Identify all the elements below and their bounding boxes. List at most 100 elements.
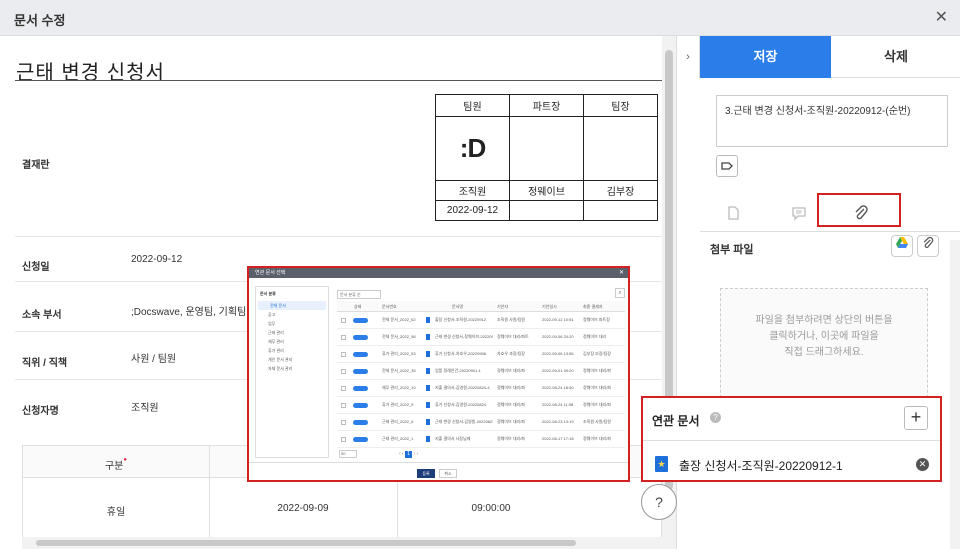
tree-item[interactable]: 공고 <box>256 310 328 319</box>
row-cell: 정웨이브 대리/파트 <box>497 334 529 339</box>
document-name-field[interactable]: 3.근태 변경 신청서-조직원-20220912-(순번) <box>716 95 948 147</box>
tab-comment-icon[interactable] <box>790 204 808 226</box>
related-document-picker: 연관 문서 선택 ✕ 문서 분류 전체 문서 공고 업무 근태 관리 재무 관리… <box>247 266 630 482</box>
panel-scrollbar[interactable] <box>950 240 960 549</box>
row-checkbox[interactable] <box>341 420 346 425</box>
table-row[interactable]: 진행중 전체 문서_2022_35 업품 정례안건-20220901-1 정웨이브 대… <box>337 364 625 380</box>
help-icon[interactable]: ? <box>710 412 721 423</box>
document-icon <box>426 402 430 408</box>
table-row[interactable]: 진행중 재무 관리_2022_10 지출 결의서-김영원-20220824-4 정웨이… <box>337 381 625 397</box>
column-header: 문서번호 <box>382 304 397 309</box>
row-cell: 업품 정례안건-20220901-1 <box>435 368 481 373</box>
row-cell: 2022-09-12 10:51 <box>542 317 574 322</box>
cancel-button[interactable]: 취소 <box>439 469 457 478</box>
page-size-select[interactable]: 50 <box>339 450 357 458</box>
table-row[interactable]: 진행중 휴가 관리_2022_53 휴가 신청서-차호우-20220906 차호우 과… <box>337 347 625 363</box>
scroll-thumb[interactable] <box>36 540 576 546</box>
required-mark: ● <box>123 457 128 463</box>
field-label-position: 직위 / 직책 <box>22 358 68 369</box>
grid-col-line <box>209 446 210 546</box>
close-icon[interactable]: ✕ <box>935 7 948 27</box>
tree-item[interactable]: 업무 <box>256 319 328 328</box>
row-cell: 휴가 관리_2022_53 <box>382 351 416 356</box>
tree-item[interactable]: 재무 관리 <box>256 337 328 346</box>
row-checkbox[interactable] <box>341 403 346 408</box>
save-button[interactable]: 저장 <box>700 36 831 78</box>
tree-item[interactable]: 휴가 관리 <box>256 346 328 355</box>
row-cell: 지출 결의서-김영원-20220824-4 <box>435 385 490 390</box>
field-value-date: 2022-09-12 <box>131 254 183 265</box>
document-star-icon: ★ <box>655 456 668 472</box>
drop-hint-line: 직접 드래그하세요. <box>784 347 864 358</box>
row-checkbox[interactable] <box>341 318 346 323</box>
row-checkbox[interactable] <box>341 369 346 374</box>
collapse-panel-button[interactable]: › <box>677 36 700 78</box>
field-value-dept: ;Docswave, 운영팀, 기획팀 <box>131 307 247 318</box>
tag-button[interactable] <box>716 155 738 177</box>
status-badge: 진행중 <box>353 352 368 357</box>
row-cell: 근태 변경 신청서-김영원-20220823-1 <box>435 419 493 424</box>
table-row[interactable]: 진행중 전체 문서_2022_62 출장 신청서-조직원-20220912 조직원 사… <box>337 313 625 329</box>
approval-stamp-empty <box>583 116 658 181</box>
remove-related-icon[interactable]: ✕ <box>916 458 929 471</box>
document-icon <box>426 385 430 391</box>
table-row[interactable]: 진행중 휴가 관리_2022_9 휴가 신청서-김영원-20220824 정웨이브 대… <box>337 398 625 414</box>
confirm-button[interactable]: 등록 <box>417 469 435 478</box>
row-cell: 2022-09-06 20:20 <box>542 334 574 339</box>
filter-select[interactable]: 문서 분류 순 <box>337 290 381 299</box>
grid-cell[interactable]: 휴일 <box>23 503 209 518</box>
tab-document-icon[interactable] <box>724 204 742 226</box>
row-checkbox[interactable] <box>341 437 346 442</box>
help-button[interactable]: ? <box>641 484 677 520</box>
grid-header-label: 구분 <box>104 461 124 472</box>
column-header: 문서명 <box>452 304 464 309</box>
related-item[interactable]: 출장 신청서-조직원-20220912-1 <box>679 457 843 474</box>
main-horizontal-scrollbar[interactable] <box>22 537 662 549</box>
column-header: 상태 <box>354 304 362 309</box>
approval-header: 팀장 <box>583 94 658 117</box>
row-cell: 근태 관리_2022_6 <box>382 419 414 424</box>
pager-next[interactable]: › › <box>414 451 419 457</box>
related-documents: 연관 문서 ? + ★ 출장 신청서-조직원-20220912-1 ✕ <box>641 396 942 482</box>
row-cell: 출장 신청서-조직원-20220912 <box>435 317 487 322</box>
drop-hint-line: 클릭하거나, 이곳에 파일을 <box>769 331 879 342</box>
add-related-button[interactable]: + <box>904 406 928 430</box>
row-checkbox[interactable] <box>341 335 346 340</box>
grid-cell[interactable]: 09:00:00 <box>397 503 585 514</box>
approval-stamp-empty <box>509 116 584 181</box>
row-cell: 2022-08-23 13:19 <box>542 419 574 424</box>
table-row[interactable]: 진행중 전체 문서_2022_58 근태 변경 신청서-정웨이브-20220906 정… <box>337 330 625 346</box>
highlight-box <box>817 193 901 227</box>
field-label-applicant: 신청자명 <box>22 406 59 417</box>
table-row[interactable]: 진행중 근태 관리_2022_1 지출 결의서 사장님께 정웨이브 대리/파 2022-… <box>337 432 625 448</box>
google-drive-button[interactable] <box>891 235 913 257</box>
row-cell: 근태 관리_2022_1 <box>382 436 414 441</box>
attach-file-button[interactable] <box>917 235 939 257</box>
delete-button[interactable]: 삭제 <box>831 36 960 78</box>
approval-date: 2022-09-12 <box>435 200 510 221</box>
pager-current[interactable]: 1 <box>405 451 413 458</box>
related-title: 연관 문서 <box>652 414 700 428</box>
row-checkbox[interactable] <box>341 352 346 357</box>
status-badge: 진행중 <box>353 369 368 374</box>
search-icon[interactable]: ⌕ <box>615 288 625 298</box>
popup-close-icon[interactable]: ✕ <box>619 269 624 276</box>
field-label-date: 신청일 <box>22 262 50 273</box>
row-cell: 정웨이브 파트장 <box>583 317 610 322</box>
status-badge: 진행중 <box>353 437 368 442</box>
popup-title: 연관 문서 선택 <box>249 268 628 278</box>
row-cell: 정웨이브 대리/파 <box>497 436 525 441</box>
tree-item[interactable]: 자체 문서 관리 <box>256 364 328 373</box>
status-badge: 진행중 <box>353 420 368 425</box>
table-row[interactable]: 진행중 근태 관리_2022_6 근태 변경 신청서-김영원-20220823-1 정… <box>337 415 625 431</box>
pager-prev[interactable]: ‹ ‹ <box>399 451 404 457</box>
document-icon <box>426 368 430 374</box>
file-drop-zone[interactable]: 파일을 첨부하려면 상단의 버튼을 클릭하거나, 이곳에 파일을 직접 드래그하… <box>720 288 928 408</box>
tree-item[interactable]: 전체 문서 <box>258 301 326 310</box>
row-cell: 재무 관리_2022_10 <box>382 385 416 390</box>
tree-item[interactable]: 근태 관리 <box>256 328 328 337</box>
grid-cell[interactable]: 2022-09-09 <box>209 503 397 514</box>
field-value-applicant: 조직원 <box>131 403 159 414</box>
row-checkbox[interactable] <box>341 386 346 391</box>
tree-item[interactable]: 개인 문서 관리 <box>256 355 328 364</box>
